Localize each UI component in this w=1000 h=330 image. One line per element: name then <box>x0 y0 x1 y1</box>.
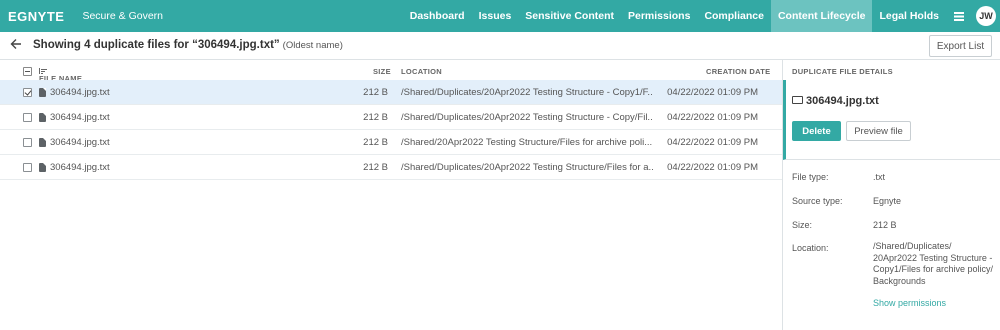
select-all-checkbox[interactable] <box>23 67 32 76</box>
row-size: 212 B <box>363 162 388 173</box>
size-value: 212 B <box>873 220 897 230</box>
row-file-name: 306494.jpg.txt <box>50 137 110 148</box>
nav-issues[interactable]: Issues <box>472 0 519 32</box>
row-location: /Shared/20Apr2022 Testing Structure/File… <box>401 137 653 148</box>
page-title: Showing 4 duplicate files for “306494.jp… <box>33 39 343 51</box>
row-file-name: 306494.jpg.txt <box>50 112 110 123</box>
column-creation-date[interactable]: CREATION DATE <box>706 67 770 76</box>
user-avatar[interactable]: JW <box>976 6 996 26</box>
show-permissions-link[interactable]: Show permissions <box>873 298 946 308</box>
row-checkbox[interactable] <box>23 113 32 122</box>
file-type-label: File type: <box>792 172 829 182</box>
file-icon <box>39 138 46 147</box>
nav-sensitive-content[interactable]: Sensitive Content <box>518 0 621 32</box>
arrow-left-icon[interactable] <box>10 37 22 53</box>
file-icon <box>39 113 46 122</box>
row-location: /Shared/Duplicates/20Apr2022 Testing Str… <box>401 112 653 123</box>
row-creation-date: 04/22/2022 01:09 PM <box>667 87 758 98</box>
list-icon[interactable] <box>946 0 972 32</box>
egnyte-logo[interactable]: EGNYTE <box>8 9 64 24</box>
details-file-name: 306494.jpg.txt <box>792 95 879 107</box>
file-type-value: .txt <box>873 172 886 182</box>
column-size[interactable]: SIZE <box>373 67 391 76</box>
row-creation-date: 04/22/2022 01:09 PM <box>667 112 758 123</box>
export-list-button[interactable]: Export List <box>929 35 992 57</box>
nav-dashboard[interactable]: Dashboard <box>403 0 472 32</box>
folder-icon <box>792 96 803 104</box>
row-creation-date: 04/22/2022 01:09 PM <box>667 137 758 148</box>
row-checkbox[interactable] <box>23 88 32 97</box>
details-card: 306494.jpg.txt Delete Preview file <box>783 80 1000 160</box>
row-checkbox[interactable] <box>23 163 32 172</box>
row-creation-date: 04/22/2022 01:09 PM <box>667 162 758 173</box>
page-title-subtitle: (Oldest name) <box>282 40 343 51</box>
duplicate-file-details-panel: DUPLICATE FILE DETAILS 306494.jpg.txt De… <box>782 60 1000 330</box>
product-subtitle: Secure & Govern <box>82 10 164 22</box>
location-value: /Shared/Duplicates/ 20Apr2022 Testing St… <box>873 241 994 286</box>
delete-button[interactable]: Delete <box>792 121 841 141</box>
details-file-name-text: 306494.jpg.txt <box>806 95 879 107</box>
nav-permissions[interactable]: Permissions <box>621 0 697 32</box>
top-navigation-bar: EGNYTE Secure & Govern Dashboard Issues … <box>0 0 1000 32</box>
row-checkbox[interactable] <box>23 138 32 147</box>
column-file-name[interactable]: FILE NAME <box>39 67 82 83</box>
preview-file-button[interactable]: Preview file <box>846 121 911 141</box>
main-nav: Dashboard Issues Sensitive Content Permi… <box>403 0 1000 32</box>
file-icon <box>39 88 46 97</box>
row-size: 212 B <box>363 87 388 98</box>
table-header: FILE NAME SIZE LOCATION CREATION DATE <box>0 60 782 83</box>
page-header: Showing 4 duplicate files for “306494.jp… <box>0 32 1000 60</box>
row-file-name: 306494.jpg.txt <box>50 87 110 98</box>
nav-legal-holds[interactable]: Legal Holds <box>872 0 946 32</box>
sort-icon[interactable] <box>39 67 47 76</box>
source-type-value: Egnyte <box>873 196 902 206</box>
table-row[interactable]: 306494.jpg.txt 212 B /Shared/20Apr2022 T… <box>0 130 782 155</box>
details-heading: DUPLICATE FILE DETAILS <box>792 67 893 76</box>
table-row[interactable]: 306494.jpg.txt 212 B /Shared/Duplicates/… <box>0 80 782 105</box>
page-title-text: Showing 4 duplicate files for “306494.jp… <box>33 39 280 51</box>
location-label: Location: <box>792 243 829 253</box>
file-icon <box>39 163 46 172</box>
row-location: /Shared/Duplicates/20Apr2022 Testing Str… <box>401 87 653 98</box>
table-row[interactable]: 306494.jpg.txt 212 B /Shared/Duplicates/… <box>0 105 782 130</box>
size-label: Size: <box>792 220 813 230</box>
column-location[interactable]: LOCATION <box>401 67 442 76</box>
row-file-name: 306494.jpg.txt <box>50 162 110 173</box>
row-size: 212 B <box>363 112 388 123</box>
table-row[interactable]: 306494.jpg.txt 212 B /Shared/Duplicates/… <box>0 155 782 180</box>
source-type-label: Source type: <box>792 196 843 206</box>
row-location: /Shared/Duplicates/20Apr2022 Testing Str… <box>401 162 653 173</box>
nav-compliance[interactable]: Compliance <box>697 0 771 32</box>
row-size: 212 B <box>363 137 388 148</box>
nav-content-lifecycle[interactable]: Content Lifecycle <box>770 0 873 32</box>
